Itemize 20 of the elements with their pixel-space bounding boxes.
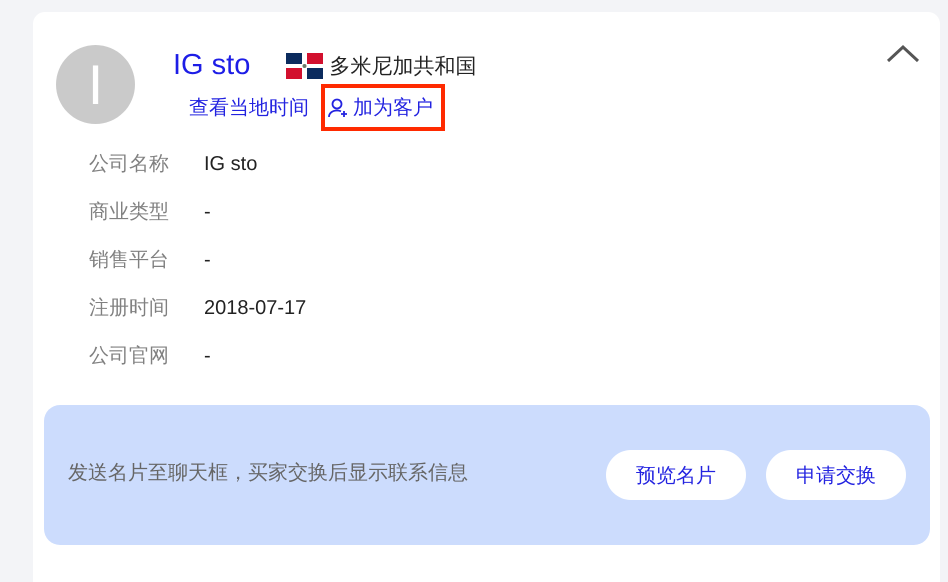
request-exchange-button[interactable]: 申请交换 [766,450,906,500]
country-name: 多米尼加共和国 [329,54,476,80]
field-value: - [204,248,212,273]
add-user-icon [327,96,349,118]
field-label: 销售平台 [89,248,170,273]
collapse-icon[interactable] [886,44,920,64]
field-label: 注册时间 [89,296,170,321]
field-label: 公司名称 [89,152,170,177]
field-label: 公司官网 [89,344,170,369]
contact-name: IG sto [173,49,250,82]
field-value: - [204,344,212,369]
field-value: - [204,200,212,225]
flag-icon [286,52,324,78]
add-customer-link[interactable]: 加为客户 [321,84,445,131]
field-value: IG sto [204,152,258,177]
field-value: 2018-07-17 [204,296,308,321]
banner-message: 发送名片至聊天框，买家交换后显示联系信息 [68,460,469,486]
field-label: 商业类型 [89,200,170,225]
local-time-link[interactable]: 查看当地时间 [183,84,321,131]
preview-card-button[interactable]: 预览名片 [606,450,746,500]
